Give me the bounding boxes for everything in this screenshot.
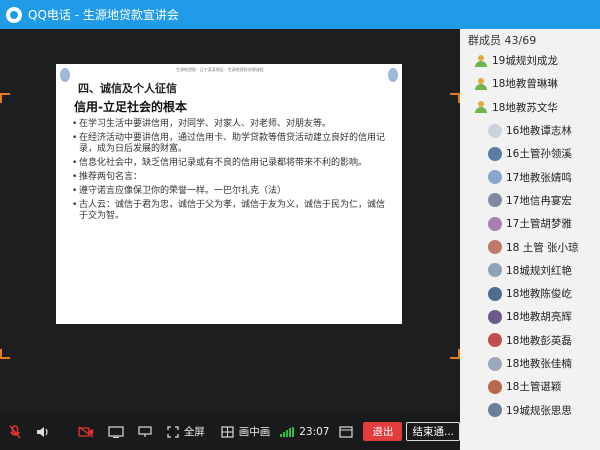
member-item[interactable]: 18城规刘红艳 <box>460 259 600 282</box>
pip-button[interactable]: 画中画 <box>239 424 271 439</box>
member-item[interactable]: 18地教彭英磊 <box>460 329 600 352</box>
default-avatar-icon <box>474 54 488 68</box>
member-name: 17地教张婧鸣 <box>506 171 572 184</box>
frame-corner-bottom-left <box>0 349 10 359</box>
member-item[interactable]: 17地信冉宴宏 <box>460 189 600 212</box>
member-name: 18地教苏文华 <box>492 101 558 114</box>
slide-bullet: 古人云：诚信于君为忠，诚信于父为孝，诚信于友为义，诚信于民为仁，诚信于交为智。 <box>72 200 392 222</box>
screen-share-icon[interactable] <box>108 425 124 439</box>
pip-icon[interactable] <box>221 425 235 439</box>
default-avatar-icon <box>474 100 488 114</box>
member-name: 16土管孙领溪 <box>506 148 572 161</box>
end-call-button[interactable]: 结束通... <box>406 422 460 441</box>
member-name: 17地信冉宴宏 <box>506 194 572 207</box>
minimize-window-icon[interactable] <box>339 425 354 439</box>
presentation-icon[interactable] <box>138 425 152 439</box>
member-item[interactable]: 18地教曾琳琳 <box>460 72 600 95</box>
slide-bullet: 遵守诺言应像保卫你的荣誉一样。一巴尔扎克（法） <box>72 186 392 197</box>
call-duration: 23:07 <box>299 425 330 438</box>
member-name: 17土管胡梦雅 <box>506 218 572 231</box>
avatar <box>488 403 502 418</box>
member-item[interactable]: 19城规刘成龙 <box>460 49 600 72</box>
slide-bullet: 在经济活动中要讲信用，通过信用卡、助学贷款等借贷活动建立良好的信用记录，成为日后… <box>72 133 392 155</box>
member-count-header: 群成员 43/69 <box>468 34 537 47</box>
slide-bullet: 在学习生活中要讲信用，对同学、对家人、对老师、对朋友等。 <box>72 119 392 130</box>
member-item[interactable]: 19城规张思思 <box>460 398 600 421</box>
member-name: 18地教陈俊屹 <box>506 288 572 301</box>
member-name: 19城规张思思 <box>506 404 572 417</box>
slide-bullet: 信息化社会中，缺乏信用记录或有不良的信用记录都将带来不利的影响。 <box>72 158 392 169</box>
slide-header-tiny: 生源地贷款 · 辽宁某某地区 · 生源地贷款办理流程 <box>176 67 264 72</box>
window-title: QQ电话 - 生源地贷款宣讲会 <box>28 8 179 22</box>
speaker-icon[interactable] <box>36 425 50 439</box>
avatar <box>488 123 502 138</box>
avatar <box>488 263 502 278</box>
avatar <box>488 356 502 371</box>
member-name: 16地教谭志林 <box>506 125 572 138</box>
avatar <box>488 379 502 394</box>
member-item[interactable]: 16土管孙领溪 <box>460 142 600 165</box>
member-item[interactable]: 17地教张婧鸣 <box>460 165 600 188</box>
frame-corner-bottom-right <box>450 349 460 359</box>
camera-off-icon[interactable] <box>78 425 94 439</box>
avatar <box>488 333 502 348</box>
member-name: 18地教曾琳琳 <box>492 78 558 91</box>
qq-call-app-icon <box>6 6 22 23</box>
member-list[interactable]: 19城规刘成龙 18地教曾琳琳 18地教苏文华 16地教谭志林 16土管孙领溪 17地教张… <box>460 49 600 422</box>
member-name: 18城规刘红艳 <box>506 264 572 277</box>
member-name: 18地教胡亮辉 <box>506 311 572 324</box>
exit-button[interactable]: 退出 <box>363 422 403 441</box>
call-toolbar: 全屏 画中画 23:07 退出 结束通... <box>0 413 460 450</box>
avatar <box>488 146 502 161</box>
signal-strength-icon <box>280 426 295 437</box>
member-name: 18 土管 张小琼 <box>506 241 579 254</box>
avatar <box>488 216 502 231</box>
member-item[interactable]: 18地教胡亮辉 <box>460 305 600 328</box>
member-item[interactable]: 17土管胡梦雅 <box>460 212 600 235</box>
slide-bullet-list: 在学习生活中要讲信用，对同学、对家人、对老师、对朋友等。 在经济活动中要讲信用，… <box>72 119 392 222</box>
member-name: 18地教彭英磊 <box>506 334 572 347</box>
slide-bullet: 推荐两句名言： <box>72 172 392 183</box>
member-sidebar[interactable]: 群成员 43/69 19城规刘成龙 18地教曾琳琳 18地教苏文华 16地教谭志林 16… <box>460 29 600 450</box>
member-name: 18地教张佳楠 <box>506 358 572 370</box>
frame-corner-top-left <box>0 93 10 103</box>
fullscreen-icon[interactable] <box>166 425 180 439</box>
frame-corner-top-right <box>450 93 460 103</box>
slide-logo-left <box>60 68 70 82</box>
member-item[interactable]: 18土管谌颖 <box>460 375 600 398</box>
slide-logo-right <box>388 68 398 82</box>
member-name: 18土管谌颖 <box>506 381 562 394</box>
avatar <box>488 286 502 301</box>
avatar <box>488 170 502 185</box>
avatar <box>488 309 502 324</box>
shared-slide: 生源地贷款 · 辽宁某某地区 · 生源地贷款办理流程 四、诚信及个人征信 信用-… <box>56 64 402 324</box>
slide-subheading: 信用-立足社会的根本 <box>74 100 187 114</box>
fullscreen-button[interactable]: 全屏 <box>184 424 205 439</box>
default-avatar-icon <box>474 77 488 91</box>
member-name: 19城规刘成龙 <box>492 55 558 68</box>
title-bar: QQ电话 - 生源地贷款宣讲会 <box>0 0 600 29</box>
member-item[interactable]: 16地教谭志林 <box>460 119 600 142</box>
member-item[interactable]: 18地教苏文华 <box>460 96 600 119</box>
avatar <box>488 240 502 255</box>
mic-muted-icon[interactable] <box>8 424 22 439</box>
member-item[interactable]: 18 土管 张小琼 <box>460 235 600 258</box>
slide-heading: 四、诚信及个人征信 <box>78 82 177 95</box>
avatar <box>488 193 502 208</box>
member-item[interactable]: 18地教陈俊屹 <box>460 282 600 305</box>
member-item[interactable]: 18地教张佳楠 <box>460 352 600 375</box>
